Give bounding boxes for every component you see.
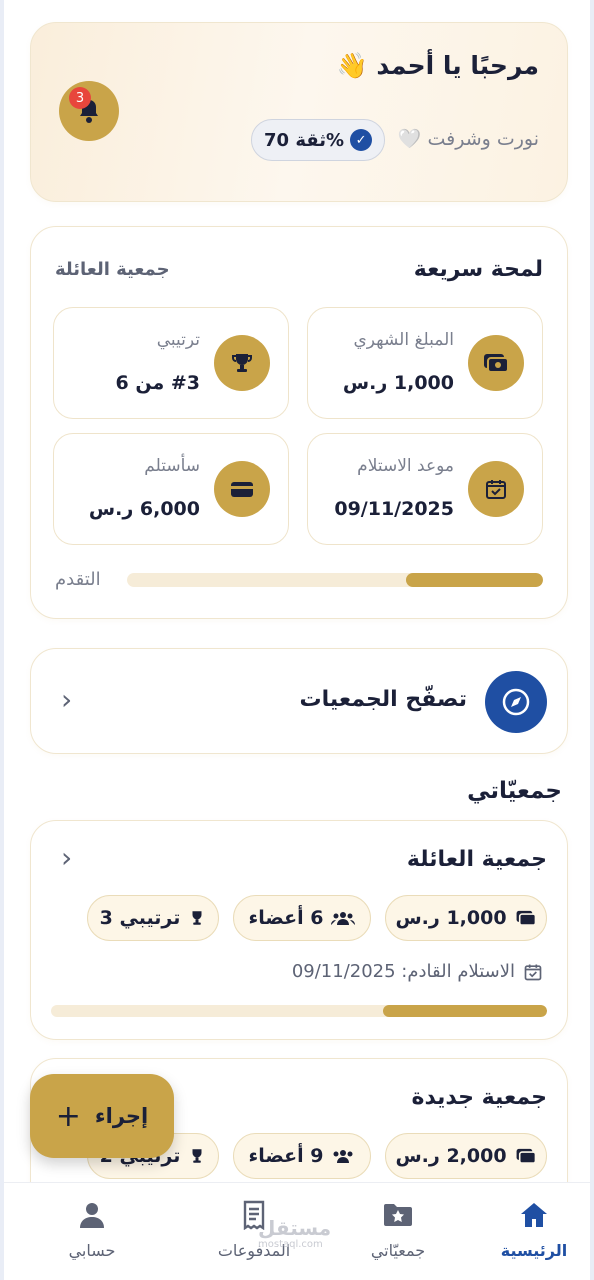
amount-chip: 2,000 ر.س: [385, 1133, 547, 1179]
money-icon: [516, 910, 536, 926]
browse-groups-label: تصفّح الجمعيات: [299, 687, 467, 712]
trophy-icon: [192, 911, 202, 925]
calendar-check-icon: [524, 964, 542, 980]
compass-icon: [485, 671, 547, 733]
stat-value: 09/11/2025: [334, 498, 454, 520]
notifications-button[interactable]: 3: [59, 81, 119, 141]
group-icon: [331, 912, 356, 925]
greeting-title: مرحبًا يا أحمد 👋: [331, 51, 539, 81]
next-receive-row: الاستلام القادم: 09/11/2025: [292, 961, 543, 982]
progress-bar: [127, 573, 543, 587]
stat-label: ترتيبي: [156, 330, 200, 350]
watermark: مستقل mostaql.com: [258, 1218, 331, 1250]
watermark-sub: mostaql.com: [258, 1239, 323, 1250]
progress-row: التقدم: [55, 567, 543, 595]
trophy-icon: [214, 335, 270, 391]
progress-label: التقدم: [55, 569, 101, 590]
stat-value: 6,000 ر.س: [88, 498, 200, 520]
nav-home[interactable]: الرئيسية: [474, 1199, 594, 1260]
plus-icon: +: [55, 1098, 81, 1134]
right-edge: [590, 0, 594, 1280]
group-name: جمعية العائلة: [406, 847, 547, 872]
stat-label: سأستلم: [144, 456, 200, 476]
wallet-icon: [214, 461, 270, 517]
nav-account[interactable]: حسابي: [32, 1199, 152, 1260]
nav-home-label: الرئيسية: [500, 1241, 568, 1260]
stat-label: موعد الاستلام: [357, 456, 454, 476]
calendar-check-icon: [468, 461, 524, 517]
nav-account-label: حسابي: [68, 1241, 116, 1260]
action-fab[interactable]: إجراء +: [30, 1074, 174, 1158]
notification-count-badge: 3: [69, 87, 91, 109]
heart-emoji: 🤍: [397, 128, 422, 150]
my-groups-title: جمعيّاتي: [467, 778, 562, 804]
amount-text: 1,000 ر.س: [395, 907, 507, 929]
watermark-text: مستقل: [258, 1216, 332, 1240]
group-name: جمعية جديدة: [411, 1085, 547, 1110]
group-card[interactable]: جمعية العائلة ‹ 1,000 ر.س 6 أعضاء ترتيبي…: [30, 820, 568, 1040]
fab-label: إجراء: [94, 1104, 149, 1128]
rank-chip: ترتيبي 3: [87, 895, 219, 941]
greeting-subtitle: نورت وشرفت 🤍: [394, 127, 539, 150]
nav-my-groups-label: جمعيّاتي: [370, 1241, 426, 1260]
quick-look-card: لمحة سريعة جمعية العائلة المبلغ الشهري 1…: [30, 226, 568, 619]
verified-icon: ✓: [350, 129, 373, 151]
wave-emoji: 👋: [336, 51, 368, 80]
members-chip: 9 أعضاء: [233, 1133, 371, 1179]
amount-chip: 1,000 ر.س: [385, 895, 547, 941]
nav-my-groups[interactable]: جمعيّاتي: [338, 1199, 458, 1260]
stat-value: 1,000 ر.س: [342, 372, 454, 394]
left-edge: [0, 0, 4, 1280]
trust-badge[interactable]: ✓ ثقة 70%: [251, 119, 386, 161]
my-rank-stat: ترتيبي #3 من 6: [53, 307, 289, 419]
trophy-icon: [192, 1149, 202, 1163]
home-icon: [474, 1199, 594, 1231]
quick-look-title: لمحة سريعة: [413, 257, 543, 282]
rank-text: ترتيبي 3: [99, 907, 181, 929]
receive-date-stat: موعد الاستلام 09/11/2025: [307, 433, 543, 545]
folder-star-icon: [338, 1199, 458, 1231]
chevron-left-icon: ‹: [61, 683, 73, 716]
members-text: 9 أعضاء: [248, 1145, 324, 1167]
group-progress-bar: [51, 1005, 547, 1017]
user-icon: [32, 1199, 152, 1231]
browse-groups-card[interactable]: تصفّح الجمعيات ‹: [30, 648, 568, 754]
stat-value: #3 من 6: [115, 372, 200, 394]
greeting-subtitle-text: نورت وشرفت: [427, 128, 539, 150]
money-icon: [516, 1148, 536, 1164]
chevron-left-icon: ‹: [61, 841, 73, 874]
progress-fill: [405, 573, 543, 587]
greeting-card: مرحبًا يا أحمد 👋 نورت وشرفت 🤍 ✓ ثقة 70% …: [30, 22, 568, 202]
monthly-amount-stat: المبلغ الشهري 1,000 ر.س: [307, 307, 543, 419]
money-icon: [468, 335, 524, 391]
members-text: 6 أعضاء: [248, 907, 324, 929]
amount-text: 2,000 ر.س: [395, 1145, 507, 1167]
greeting-title-text: مرحبًا يا أحمد: [376, 51, 539, 80]
quick-look-group-name: جمعية العائلة: [55, 259, 170, 280]
will-receive-stat: سأستلم 6,000 ر.س: [53, 433, 289, 545]
stat-label: المبلغ الشهري: [353, 330, 454, 350]
next-receive-text: الاستلام القادم: 09/11/2025: [291, 961, 515, 982]
group-icon: [333, 1150, 353, 1163]
trust-label: ثقة 70%: [264, 129, 345, 151]
members-chip: 6 أعضاء: [233, 895, 371, 941]
group-progress-fill: [383, 1005, 547, 1017]
